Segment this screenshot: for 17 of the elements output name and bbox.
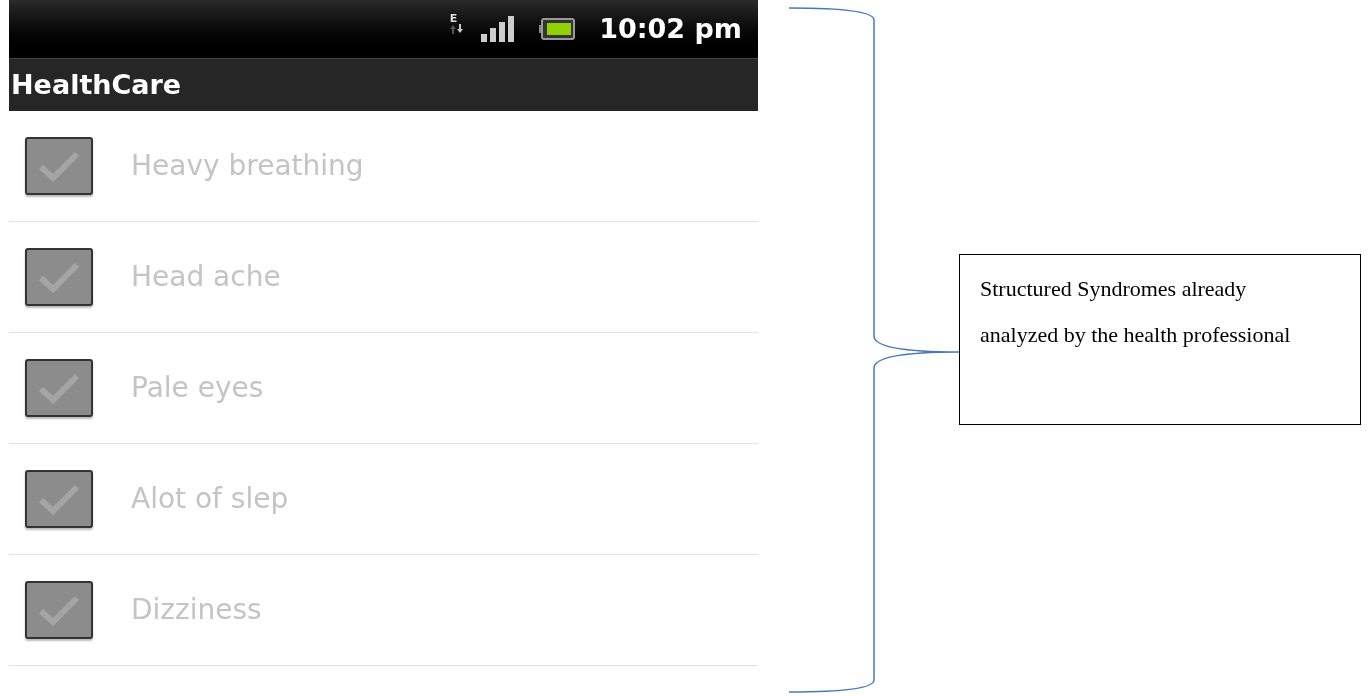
symptom-label: Dizziness bbox=[131, 592, 262, 628]
symptom-label: Alot of slep bbox=[131, 481, 289, 517]
battery-icon bbox=[539, 18, 576, 40]
check-icon bbox=[37, 482, 81, 516]
check-icon bbox=[37, 593, 81, 627]
data-arrows-icon bbox=[449, 23, 464, 35]
network-type-label: E bbox=[449, 10, 458, 27]
symptom-label: Pale eyes bbox=[131, 370, 264, 406]
check-icon bbox=[37, 371, 81, 405]
symptom-label: Heavy breathing bbox=[131, 148, 364, 184]
clock-time: 10:02 pm bbox=[599, 11, 742, 46]
check-icon bbox=[37, 149, 81, 183]
check-icon bbox=[37, 260, 81, 294]
app-title: HealthCare bbox=[11, 67, 182, 102]
callout-text: Structured Syndromes already analyzed by the health professional bbox=[980, 275, 1292, 349]
signal-icon bbox=[481, 16, 516, 42]
symptom-label: Head ache bbox=[131, 259, 281, 295]
